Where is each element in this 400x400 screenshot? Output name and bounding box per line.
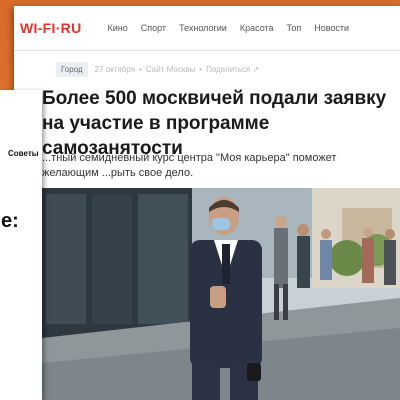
nav-item-beauty[interactable]: Красота <box>240 23 274 33</box>
site-logo[interactable]: WI-FI·RU <box>20 20 82 36</box>
article-photo <box>42 188 400 400</box>
article-card: WI-FI·RU Кино Спорт Технологии Красота Т… <box>14 6 400 400</box>
background-article-card: Советы е: <box>0 90 42 400</box>
meta-separator: • <box>199 65 203 74</box>
nav-item-kino[interactable]: Кино <box>108 23 128 33</box>
article-source[interactable]: Сайт Москвы <box>146 65 195 74</box>
share-link[interactable]: Поделиться ↗ <box>206 65 259 74</box>
top-navigation: WI-FI·RU Кино Спорт Технологии Красота Т… <box>14 6 400 51</box>
article-lead: ...тный семидневный курс центра "Моя кар… <box>42 152 337 179</box>
nav-item-sport[interactable]: Спорт <box>141 23 166 33</box>
article-title: Более 500 москвичей подали заявку на уча… <box>42 88 387 159</box>
meta-separator: • <box>139 65 142 74</box>
category-tag[interactable]: Город <box>56 62 88 77</box>
nav-item-tech[interactable]: Технологии <box>179 23 227 33</box>
article-meta: Город 27 октября • Сайт Москвы • Поделит… <box>56 62 259 77</box>
nav-item-news[interactable]: Новости <box>314 23 349 33</box>
side-card-heading-fragment: е: <box>1 210 19 232</box>
article-date: 27 октября <box>94 65 136 74</box>
side-card-word: Советы <box>8 149 39 158</box>
nav-item-top[interactable]: Топ <box>287 23 302 33</box>
